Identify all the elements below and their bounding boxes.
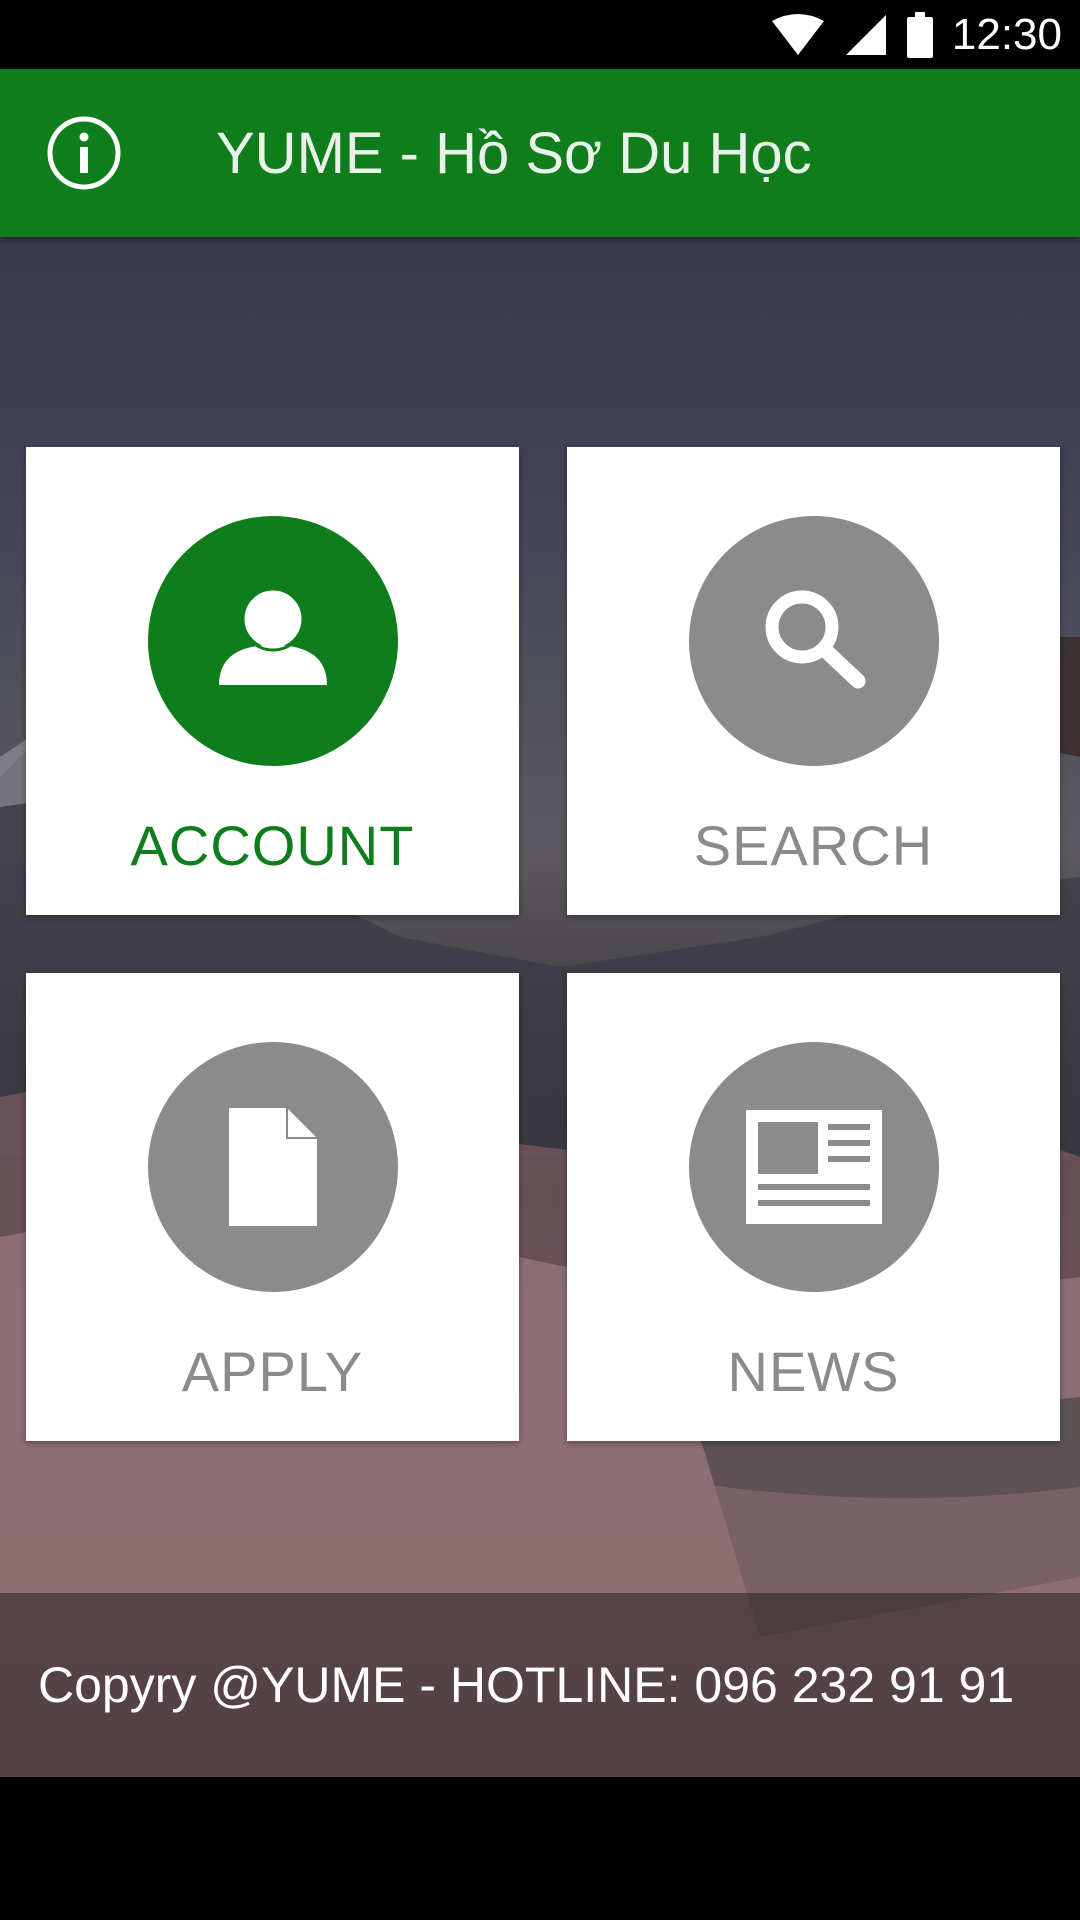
newspaper-icon [746, 1110, 882, 1224]
apply-tile[interactable]: APPLY [26, 973, 519, 1441]
app-title: YUME - Hồ Sơ Du Học [216, 120, 812, 186]
document-icon [229, 1108, 317, 1226]
account-icon-circle [148, 516, 398, 766]
news-icon-circle [689, 1042, 939, 1292]
wifi-icon [771, 13, 824, 55]
footer: Copyry @YUME - HOTLINE: 096 232 91 91 [0, 1593, 1080, 1777]
search-label: SEARCH [693, 814, 934, 877]
footer-hotline-text: Copyry @YUME - HOTLINE: 096 232 91 91 [38, 1657, 1015, 1713]
news-label: NEWS [727, 1340, 900, 1403]
cell-signal-icon [845, 14, 886, 55]
status-bar: 12:30 [0, 0, 1080, 69]
account-label: ACCOUNT [130, 814, 415, 877]
search-icon-circle [689, 516, 939, 766]
info-icon [47, 116, 121, 190]
main-content: ACCOUNT SEARCH APPLY NEWS Copyry @YUME -… [0, 237, 1080, 1777]
status-icons: 12:30 [770, 0, 1062, 69]
search-tile[interactable]: SEARCH [567, 447, 1060, 915]
apply-label: APPLY [181, 1340, 364, 1403]
status-time: 12:30 [951, 9, 1062, 59]
apply-icon-circle [148, 1042, 398, 1292]
search-icon [765, 590, 866, 689]
battery-icon [906, 11, 933, 58]
person-icon [219, 586, 327, 685]
app-bar: YUME - Hồ Sơ Du Học [0, 69, 1080, 237]
account-tile[interactable]: ACCOUNT [26, 447, 519, 915]
info-button[interactable] [46, 115, 122, 191]
navigation-bar [0, 1777, 1080, 1920]
news-tile[interactable]: NEWS [567, 973, 1060, 1441]
